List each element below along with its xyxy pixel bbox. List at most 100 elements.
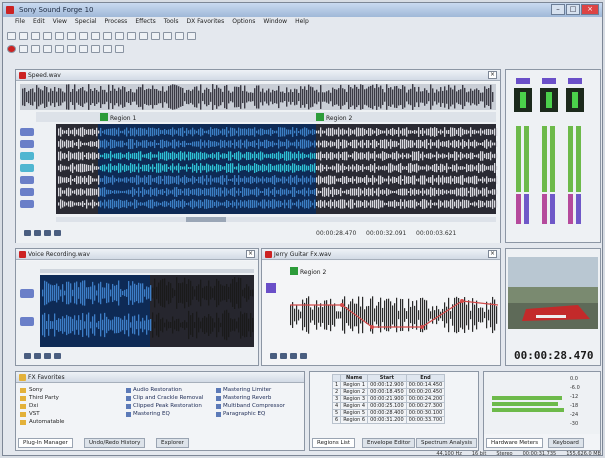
fx-window-close-button[interactable]: × xyxy=(488,250,497,258)
overview-bar xyxy=(110,90,112,104)
folder-item[interactable]: VST xyxy=(20,410,100,418)
main-stop-button[interactable] xyxy=(44,230,51,236)
stop-button[interactable] xyxy=(67,44,76,53)
open-file-button[interactable] xyxy=(19,31,28,40)
fx-stop-button[interactable] xyxy=(290,353,297,359)
col-start[interactable]: Start xyxy=(367,374,407,382)
plugin-item[interactable]: Audio Restoration xyxy=(126,386,216,394)
trim-button[interactable] xyxy=(127,31,136,40)
voice-go-start-button[interactable] xyxy=(24,353,31,359)
menu-view[interactable]: View xyxy=(53,18,67,28)
render-button[interactable] xyxy=(55,31,64,40)
main-loop-button[interactable] xyxy=(54,230,61,236)
save-file-button[interactable] xyxy=(31,31,40,40)
tab-spectrum-analysis[interactable]: Spectrum Analysis xyxy=(416,438,478,448)
mix-button[interactable] xyxy=(115,31,124,40)
col-name[interactable]: Name xyxy=(340,374,369,382)
plugin-item[interactable]: Paragraphic EQ xyxy=(216,410,304,418)
folder-item[interactable]: Automatable xyxy=(20,418,100,426)
plugin-item[interactable]: Mastering Reverb xyxy=(216,394,304,402)
plugin-item[interactable]: Multiband Compressor xyxy=(216,402,304,410)
table-row[interactable]: 6 Region 6 00:00:31.200 00:00:33.700 xyxy=(331,416,446,424)
main-go-start-button[interactable] xyxy=(24,230,31,236)
col-index[interactable] xyxy=(331,374,342,382)
fx-loop-button[interactable] xyxy=(300,353,307,359)
new-file-button[interactable] xyxy=(7,31,16,40)
table-row[interactable]: 1 Region 1 00:00:12.900 00:00:14.450 xyxy=(331,381,446,389)
waveform-sample xyxy=(204,152,206,160)
menu-special[interactable]: Special xyxy=(75,18,97,28)
menu-file[interactable]: File xyxy=(15,18,25,28)
menu-help[interactable]: Help xyxy=(295,18,309,28)
redo-button[interactable] xyxy=(151,31,160,40)
tab-keyboard[interactable]: Keyboard xyxy=(548,438,584,448)
play-button[interactable] xyxy=(43,44,52,53)
tab-regions-list[interactable]: Regions List xyxy=(312,438,356,448)
tab-undo-redo-history[interactable]: Undo/Redo History xyxy=(84,438,146,448)
menu-process[interactable]: Process xyxy=(105,18,128,28)
col-end[interactable]: End xyxy=(405,374,446,382)
loop-button[interactable] xyxy=(19,44,28,53)
table-row[interactable]: 4 Region 4 00:00:25.100 00:00:27.300 xyxy=(331,402,446,410)
plugin-item[interactable]: Clipped Peak Restoration xyxy=(126,402,216,410)
voice-waveform-area[interactable] xyxy=(16,261,258,365)
menu-edit[interactable]: Edit xyxy=(33,18,45,28)
pencil-tool-button[interactable] xyxy=(187,31,196,40)
waveform-sample xyxy=(362,152,364,160)
main-window-close-button[interactable]: × xyxy=(488,71,497,79)
main-waveform-area[interactable]: Region 1 Region 2 xyxy=(16,82,500,243)
waveform-sample xyxy=(362,178,364,182)
voice-window-close-button[interactable]: × xyxy=(246,250,255,258)
menu-effects[interactable]: Effects xyxy=(135,18,155,28)
tab-hardware-meters[interactable]: Hardware Meters xyxy=(486,438,544,448)
fx-play-button[interactable] xyxy=(280,353,287,359)
rewind-button[interactable] xyxy=(91,44,100,53)
maximize-button[interactable]: □ xyxy=(566,4,580,15)
menu-dx-favorites[interactable]: DX Favorites xyxy=(187,18,225,28)
fx-go-start-button[interactable] xyxy=(270,353,277,359)
plugin-item[interactable]: Mastering EQ xyxy=(126,410,216,418)
record-button[interactable] xyxy=(7,44,16,53)
tab-explorer[interactable]: Explorer xyxy=(156,438,189,448)
main-play-button[interactable] xyxy=(34,230,41,236)
table-row[interactable]: 3 Region 3 00:00:21.900 00:00:24.200 xyxy=(331,395,446,403)
waveform-sample xyxy=(90,175,92,185)
save-as-button[interactable] xyxy=(43,31,52,40)
folder-item[interactable]: Third Party xyxy=(20,394,100,402)
waveform-sample xyxy=(496,165,498,171)
copy-button[interactable] xyxy=(91,31,100,40)
tab-envelope-editor[interactable]: Envelope Editor xyxy=(362,438,416,448)
plugin-item[interactable]: Mastering Limiter xyxy=(216,386,304,394)
fx-waveform-area[interactable]: Region 2 xyxy=(262,261,500,365)
waveform-sample xyxy=(350,199,352,209)
table-row[interactable]: 2 Region 2 00:00:18.450 00:00:20.450 xyxy=(331,388,446,396)
edit-tool-button[interactable] xyxy=(163,31,172,40)
waveform-sample xyxy=(66,139,68,149)
menu-options[interactable]: Options xyxy=(232,18,255,28)
voice-stop-button[interactable] xyxy=(44,353,51,359)
forward-button[interactable] xyxy=(103,44,112,53)
go-end-button[interactable] xyxy=(115,44,124,53)
folder-item[interactable]: Sony xyxy=(20,386,100,394)
folder-item[interactable]: Dxi xyxy=(20,402,100,410)
undo-button[interactable] xyxy=(139,31,148,40)
overview-bar xyxy=(450,87,452,107)
pause-button[interactable] xyxy=(55,44,64,53)
plugin-item[interactable]: Clip and Crackle Removal xyxy=(126,394,216,402)
go-start-button[interactable] xyxy=(79,44,88,53)
close-button[interactable]: × xyxy=(581,4,599,15)
properties-button[interactable] xyxy=(67,31,76,40)
table-row[interactable]: 5 Region 5 00:00:28.400 00:00:30.100 xyxy=(331,409,446,417)
play-all-button[interactable] xyxy=(31,44,40,53)
tab-plugin-manager[interactable]: Plug-In Manager xyxy=(18,438,73,448)
menu-tools[interactable]: Tools xyxy=(164,18,179,28)
voice-loop-button[interactable] xyxy=(54,353,61,359)
paste-button[interactable] xyxy=(103,31,112,40)
menu-window[interactable]: Window xyxy=(263,18,287,28)
cut-button[interactable] xyxy=(79,31,88,40)
waveform-sample xyxy=(166,130,168,134)
voice-play-button[interactable] xyxy=(34,353,41,359)
magnify-tool-button[interactable] xyxy=(175,31,184,40)
hw-meter-scale-label: -18 xyxy=(570,403,578,409)
minimize-button[interactable]: – xyxy=(551,4,565,15)
